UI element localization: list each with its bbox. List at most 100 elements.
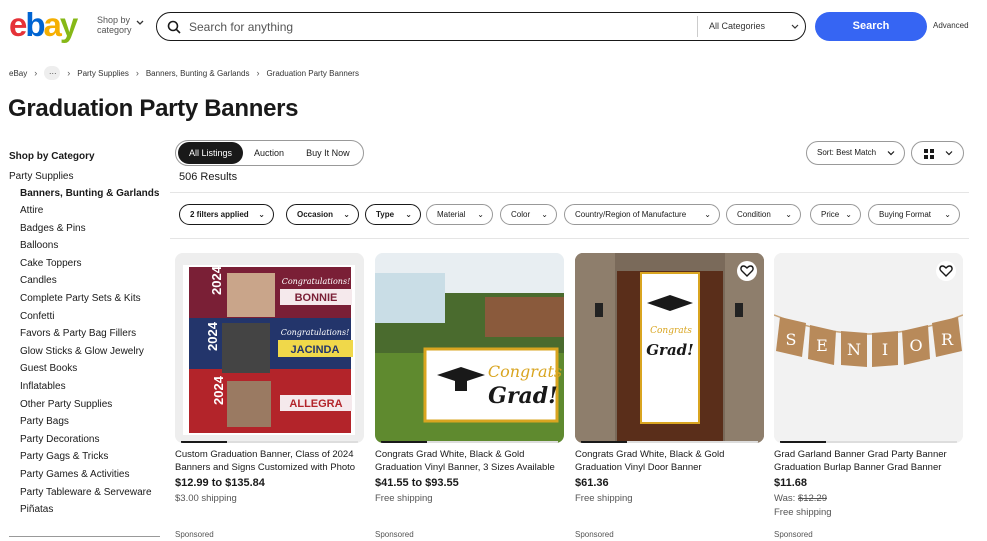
image-carousel-indicator <box>780 441 957 443</box>
filter-chip-label: Buying Format <box>879 210 932 219</box>
breadcrumb-item[interactable]: Banners, Bunting & Garlands <box>146 69 250 78</box>
chevron-right-icon: › <box>67 68 71 78</box>
shop-by-category-button[interactable]: Shop by category <box>97 15 132 35</box>
sidebar-item-tableware[interactable]: Party Tableware & Serveware <box>20 487 164 505</box>
ebay-logo[interactable]: e b a y <box>9 6 78 43</box>
breadcrumb: eBay › … › Party Supplies › Banners, Bun… <box>9 66 359 80</box>
listing-card[interactable]: S E N I O R Grad Garland Banner Grad Par… <box>774 253 963 539</box>
filter-chip-country[interactable]: Country/Region of Manufacture ⌄ <box>564 204 720 225</box>
chevron-down-icon: ⌄ <box>944 210 951 219</box>
filter-chip-type[interactable]: Type ⌄ <box>365 204 421 225</box>
listing-title[interactable]: Congrats Grad White, Black & Gold Gradua… <box>375 449 564 474</box>
logo-letter: a <box>43 6 62 43</box>
listing-image[interactable]: Congrats Grad! <box>375 253 564 443</box>
sidebar-item-gags[interactable]: Party Gags & Tricks <box>20 451 164 469</box>
sidebar-item-attire[interactable]: Attire <box>20 205 164 223</box>
chevron-down-icon: ⌄ <box>785 210 792 219</box>
chevron-down-icon: ⌄ <box>343 210 350 219</box>
watch-button[interactable] <box>737 261 757 281</box>
was-label: Was: <box>774 493 796 504</box>
sponsored-label: Sponsored <box>774 530 813 539</box>
listing-was-price: Was: $12.29 <box>774 493 963 504</box>
tab-buy-it-now[interactable]: Buy It Now <box>295 142 361 164</box>
sort-dropdown[interactable]: Sort: Best Match <box>806 141 905 165</box>
sidebar-item-party-supplies[interactable]: Party Supplies <box>9 171 164 182</box>
sidebar-item-favors[interactable]: Favors & Party Bag Fillers <box>20 328 164 346</box>
sidebar-item-party-sets[interactable]: Complete Party Sets & Kits <box>20 293 164 311</box>
sidebar-item-party-bags[interactable]: Party Bags <box>20 416 164 434</box>
search-input[interactable] <box>189 19 689 34</box>
category-select[interactable]: All Categories <box>697 16 805 37</box>
garland-letter: S <box>786 330 797 349</box>
listing-image[interactable]: BONNIE JACINDA ALLEGRA Congratulations! … <box>175 253 364 443</box>
breadcrumb-item[interactable]: eBay <box>9 69 27 78</box>
sidebar-item-badges-pins[interactable]: Badges & Pins <box>20 223 164 241</box>
listing-title[interactable]: Congrats Grad White, Black & Gold Gradua… <box>575 449 764 474</box>
tab-auction[interactable]: Auction <box>243 142 295 164</box>
sidebar-item-candles[interactable]: Candles <box>20 275 164 293</box>
page-title: Graduation Party Banners <box>8 95 299 122</box>
sponsored-label: Sponsored <box>175 530 214 539</box>
filter-chip-condition[interactable]: Condition ⌄ <box>726 204 801 225</box>
filter-chip-label: Condition <box>737 210 771 219</box>
sidebar-item-glow-sticks[interactable]: Glow Sticks & Glow Jewelry <box>20 346 164 364</box>
listing-card[interactable]: BONNIE JACINDA ALLEGRA Congratulations! … <box>175 253 364 539</box>
banner-text: Grad! <box>488 383 558 409</box>
chevron-down-icon: ⌄ <box>845 210 852 219</box>
garland-letter: O <box>909 336 922 355</box>
chevron-right-icon: › <box>256 68 260 78</box>
banner-name: BONNIE <box>295 292 338 304</box>
sidebar-item-guest-books[interactable]: Guest Books <box>20 363 164 381</box>
filter-chip-buying-format[interactable]: Buying Format ⌄ <box>868 204 960 225</box>
banner-name: ALLEGRA <box>289 398 342 410</box>
search-button[interactable]: Search <box>815 12 927 41</box>
listing-shipping: Free shipping <box>375 493 433 504</box>
heart-icon <box>740 265 754 277</box>
was-price-value: $12.29 <box>797 493 827 504</box>
listing-card[interactable]: Congrats Grad! Congrats Grad White, Blac… <box>575 253 764 539</box>
sidebar-item-cake-toppers[interactable]: Cake Toppers <box>20 258 164 276</box>
listing-card[interactable]: Congrats Grad! Congrats Grad White, Blac… <box>375 253 564 539</box>
breadcrumb-current: Graduation Party Banners <box>266 68 359 78</box>
sidebar-item-confetti[interactable]: Confetti <box>20 311 164 329</box>
listing-price: $11.68 <box>774 477 808 489</box>
tab-all-listings[interactable]: All Listings <box>178 142 244 164</box>
advanced-search-link[interactable]: Advanced <box>933 21 969 30</box>
image-carousel-indicator <box>581 441 758 443</box>
sidebar-item-inflatables[interactable]: Inflatables <box>20 381 164 399</box>
graduation-yard-banner-image: Congrats Grad! <box>375 253 564 443</box>
filter-chip-label: Country/Region of Manufacture <box>575 210 687 219</box>
listing-title[interactable]: Grad Garland Banner Grad Party Banner Gr… <box>774 449 963 474</box>
sponsored-label: Sponsored <box>375 530 414 539</box>
sidebar-item-other[interactable]: Other Party Supplies <box>20 399 164 417</box>
banner-text: Congrats <box>488 362 562 381</box>
sponsored-label: Sponsored <box>575 530 614 539</box>
breadcrumb-item[interactable]: Party Supplies <box>77 69 129 78</box>
image-carousel-indicator <box>181 441 358 443</box>
sidebar-item-balloons[interactable]: Balloons <box>20 240 164 258</box>
filter-chip-applied[interactable]: 2 filters applied ⌄ <box>179 204 274 225</box>
listing-title[interactable]: Custom Graduation Banner, Class of 2024 … <box>175 449 364 474</box>
listing-shipping: $3.00 shipping <box>175 493 237 504</box>
sidebar-item-pinatas[interactable]: Piñatas <box>20 504 164 522</box>
filter-chip-label: 2 filters applied <box>190 210 249 219</box>
breadcrumb-more-button[interactable]: … <box>44 66 61 80</box>
filter-chip-price[interactable]: Price ⌄ <box>810 204 861 225</box>
category-sidebar: Shop by Category Party Supplies Banners,… <box>9 151 164 522</box>
sidebar-item-active: Banners, Bunting & Garlands <box>20 188 160 199</box>
sidebar-item-games[interactable]: Party Games & Activities <box>20 469 164 487</box>
chevron-down-icon <box>945 151 953 156</box>
filter-chip-color[interactable]: Color ⌄ <box>500 204 557 225</box>
sidebar-heading: Shop by Category <box>9 151 95 162</box>
view-toggle-button[interactable] <box>911 141 964 165</box>
filter-chip-label: Price <box>821 210 840 219</box>
shop-by-label: Shop by <box>97 15 131 25</box>
listing-image[interactable]: S E N I O R <box>774 253 963 443</box>
filter-chip-material[interactable]: Material ⌄ <box>426 204 493 225</box>
banner-year: 2024 <box>205 321 220 351</box>
watch-button[interactable] <box>936 261 956 281</box>
sidebar-item-decorations[interactable]: Party Decorations <box>20 434 164 452</box>
listing-image[interactable]: Congrats Grad! <box>575 253 764 443</box>
banner-name: JACINDA <box>291 344 340 356</box>
filter-chip-occasion[interactable]: Occasion ⌄ <box>286 204 359 225</box>
